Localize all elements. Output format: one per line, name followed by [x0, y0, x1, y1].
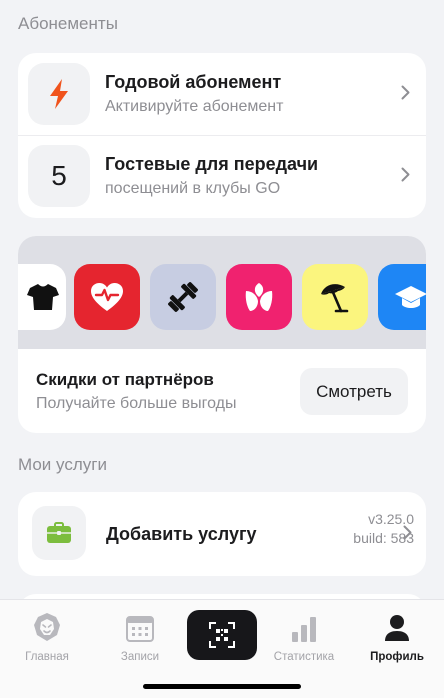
guest-visits-subtitle: посещений в клубы GO	[105, 180, 281, 197]
view-partners-button[interactable]: Смотреть	[300, 368, 408, 415]
build-label: build: 583	[353, 530, 414, 546]
add-service-card[interactable]: Добавить услугу v3.25.0 build: 583	[18, 492, 426, 576]
annual-subscription-title: Годовой абонемент	[105, 72, 282, 92]
heart-pulse-icon	[91, 283, 123, 311]
tab-home-label: Главная	[25, 651, 69, 663]
lightning-icon	[50, 79, 68, 109]
tab-statistics-label: Статистика	[273, 651, 335, 663]
add-service-title: Добавить услугу	[106, 524, 257, 544]
chevron-right-icon	[401, 85, 410, 100]
tab-statistics[interactable]: Статистика	[264, 612, 344, 663]
section-title-services: Мои услуги	[18, 455, 107, 474]
partner-tile-travel[interactable]	[302, 264, 368, 330]
partners-card: Скидки от партнёров Получайте больше выг…	[18, 236, 426, 433]
lion-icon	[34, 613, 60, 641]
beach-umbrella-icon	[321, 284, 349, 313]
version-label: v3.25.0	[368, 511, 414, 527]
guest-visits-count: 5	[51, 160, 67, 191]
tab-scan[interactable]	[187, 610, 257, 660]
partners-title: Скидки от партнёров	[36, 370, 214, 389]
dumbbell-icon	[168, 282, 198, 312]
annual-subscription-row[interactable]: Годовой абонемент Активируйте абонемент	[18, 53, 426, 135]
home-indicator	[143, 684, 301, 689]
subscriptions-card: Годовой абонемент Активируйте абонемент …	[18, 53, 426, 218]
tab-bookings[interactable]: Записи	[100, 612, 180, 663]
version-info: v3.25.0 build: 583	[353, 510, 414, 548]
tab-profile-label: Профиль	[370, 651, 424, 663]
profile-icon	[385, 615, 409, 641]
partner-tile-beauty[interactable]	[226, 264, 292, 330]
calendar-icon	[126, 616, 154, 642]
guest-visits-row[interactable]: 5 Гостевые для передачи посещений в клуб…	[18, 136, 426, 218]
partner-tile-fitness[interactable]	[150, 264, 216, 330]
briefcase-icon	[47, 522, 71, 543]
section-title-subscriptions: Абонементы	[18, 14, 118, 33]
tshirt-icon	[27, 284, 59, 310]
subscription-tile	[28, 63, 90, 125]
qr-scan-icon	[209, 622, 235, 648]
service-tile	[32, 506, 86, 560]
graduation-cap-icon	[395, 286, 426, 308]
guest-visits-count-tile: 5	[28, 145, 90, 207]
flower-icon	[245, 283, 273, 311]
partners-subtitle: Получайте больше выгоды	[36, 395, 237, 412]
partner-tile-health[interactable]	[74, 264, 140, 330]
partners-carousel[interactable]	[18, 236, 426, 349]
annual-subscription-subtitle: Активируйте абонемент	[105, 98, 284, 115]
tab-home[interactable]: Главная	[7, 612, 87, 663]
partner-tile-education[interactable]	[378, 264, 426, 330]
partner-tile-clothing[interactable]	[18, 264, 66, 330]
tab-profile[interactable]: Профиль	[357, 612, 437, 663]
bar-chart-icon	[292, 617, 316, 642]
chevron-right-icon	[401, 167, 410, 182]
guest-visits-title: Гостевые для передачи	[105, 154, 319, 174]
tab-bookings-label: Записи	[120, 651, 160, 663]
